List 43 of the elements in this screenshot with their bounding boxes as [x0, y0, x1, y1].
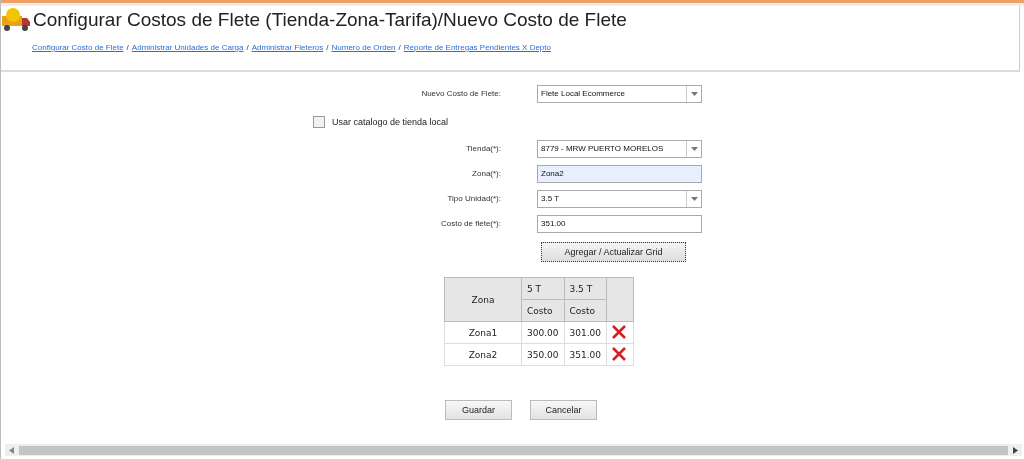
truck-icon [1, 7, 31, 33]
field-label: Tipo Unidad(*): [446, 194, 501, 203]
field-label: Tienda(*): [465, 144, 501, 153]
page-title: Configurar Costos de Flete (Tienda-Zona-Tarifa)/Nuevo Costo de Flete [33, 9, 627, 31]
delete-icon[interactable] [612, 346, 626, 361]
separator: / [246, 43, 249, 52]
breadcrumb-link[interactable]: Configurar Costo de Flete [32, 43, 124, 52]
caret-icon [690, 146, 698, 151]
column-header: Zona [444, 277, 522, 322]
breadcrumb-link[interactable]: Administrar Unidades de Carga [131, 43, 244, 52]
table-cell: 300.00 [521, 321, 564, 344]
table-cell: 301.00 [564, 321, 607, 344]
form-button[interactable]: Guardar [445, 400, 512, 420]
caret-icon [690, 91, 698, 96]
scroll-right-icon[interactable] [1013, 446, 1018, 454]
separator: / [398, 43, 401, 52]
column-header: 3.5 T [564, 277, 607, 300]
add-button[interactable]: Agregar / Actualizar Grid [541, 241, 686, 262]
form-button[interactable]: Cancelar [530, 400, 597, 420]
breadcrumb-link[interactable]: Reporte de Entregas Pendientes X Depto [403, 43, 551, 52]
scrollbar[interactable] [5, 444, 1022, 456]
table-cell: Zona1 [444, 321, 522, 344]
table-cell: Zona2 [444, 343, 522, 366]
field-label: Nuevo Costo de Flete: [420, 89, 501, 98]
field-label: Zona(*): [471, 169, 501, 178]
separator: / [326, 43, 329, 52]
column-header: 5 T [521, 277, 564, 300]
table-cell: 350.00 [521, 343, 564, 366]
dropdown[interactable]: Flete Local Ecommerce [537, 84, 702, 103]
input-field[interactable]: 351.00 [537, 214, 702, 233]
delete-icon[interactable] [612, 324, 626, 339]
checkbox[interactable] [313, 116, 325, 128]
field-label: Costo de flete(*): [439, 219, 501, 228]
checkbox-label: Usar catalogo de tienda local [332, 117, 449, 127]
breadcrumb-link[interactable]: Administrar Fleteros [251, 43, 324, 52]
caret-icon [690, 196, 698, 201]
input-field[interactable]: Zona2 [537, 164, 702, 183]
dropdown[interactable]: 8779 - MRW PUERTO MORELOS [537, 139, 702, 158]
dropdown[interactable]: 3.5 T [537, 189, 702, 208]
scroll-left-icon[interactable] [9, 446, 14, 454]
table-cell: 351.00 [564, 343, 607, 366]
breadcrumb-link[interactable]: Numero de Orden [331, 43, 396, 52]
separator: / [126, 43, 129, 52]
